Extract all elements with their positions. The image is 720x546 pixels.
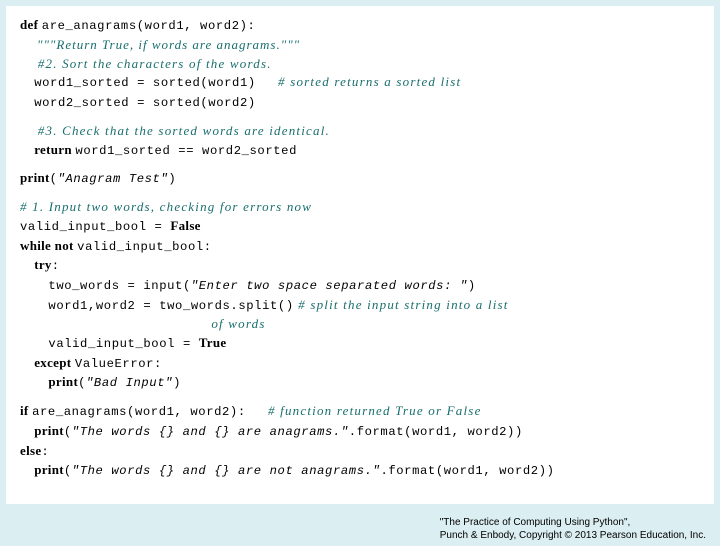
comment: #3. Check that the sorted words are iden… — [20, 122, 700, 141]
format-call: .format(word1, word2)) — [380, 464, 554, 478]
paren: ) — [173, 376, 181, 390]
statement: valid_input_bool = — [48, 337, 198, 351]
code-line: word1_sorted = sorted(word1) # sorted re… — [20, 73, 700, 93]
code-line: valid_input_bool = True — [20, 334, 700, 354]
statement: word2_sorted = sorted(word2) — [34, 96, 256, 110]
condition: are_anagrams(word1, word2): — [32, 405, 246, 419]
comment: # 1. Input two words, checking for error… — [20, 198, 700, 217]
keyword-false: False — [170, 218, 200, 233]
code-line: word1,word2 = two_words.split() # split … — [20, 296, 700, 316]
docstring: """Return True, if words are anagrams.""… — [20, 36, 700, 55]
string-literal: "Bad Input" — [86, 376, 173, 390]
paren: ( — [50, 172, 58, 186]
code-line: valid_input_bool = False — [20, 217, 700, 237]
exc-type: ValueError: — [75, 357, 162, 371]
statement: word1_sorted = sorted(word1) — [34, 76, 256, 90]
keyword-print: print — [20, 170, 50, 185]
code-line: print("The words {} and {} are not anagr… — [20, 461, 700, 481]
indent — [20, 94, 34, 109]
string-literal: "The words {} and {} are not anagrams." — [72, 464, 381, 478]
paren: ) — [468, 279, 476, 293]
indent — [20, 297, 48, 312]
keyword-while: while not — [20, 238, 77, 253]
indent — [20, 335, 48, 350]
inline-comment: # split the input string into a list — [294, 297, 509, 312]
statement: valid_input_bool = — [20, 220, 170, 234]
code-line: if are_anagrams(word1, word2): # functio… — [20, 402, 700, 422]
indent — [20, 74, 34, 89]
keyword-return: return — [20, 142, 75, 157]
keyword-true: True — [199, 335, 227, 350]
code-line: try: — [20, 256, 700, 276]
string-literal: "The words {} and {} are anagrams." — [72, 425, 349, 439]
keyword-print: print — [20, 374, 78, 389]
keyword-print: print — [20, 462, 64, 477]
footer-citation: "The Practice of Computing Using Python"… — [440, 517, 706, 542]
string-literal: "Enter two space separated words: " — [191, 279, 468, 293]
indent — [20, 277, 48, 292]
comment: #2. Sort the characters of the words. — [20, 55, 700, 74]
code-line: print("Bad Input") — [20, 373, 700, 393]
condition: valid_input_bool: — [77, 240, 212, 254]
code-line: while not valid_input_bool: — [20, 237, 700, 257]
paren: ( — [64, 464, 72, 478]
paren: ( — [78, 376, 86, 390]
keyword-print: print — [20, 423, 64, 438]
statement: word1,word2 = two_words.split() — [48, 299, 293, 313]
keyword-except: except — [20, 355, 75, 370]
expression: word1_sorted == word2_sorted — [75, 144, 297, 158]
keyword-if: if — [20, 403, 32, 418]
footer-line1: "The Practice of Computing Using Python"… — [440, 517, 706, 530]
paren: ( — [64, 425, 72, 439]
keyword-def: def — [20, 17, 42, 32]
keyword-try: try — [20, 257, 52, 272]
code-line: print("The words {} and {} are anagrams.… — [20, 422, 700, 442]
code-line: except ValueError: — [20, 354, 700, 374]
func-sig: are_anagrams(word1, word2): — [42, 19, 256, 33]
string-literal: "Anagram Test" — [58, 172, 169, 186]
statement: two_words = input( — [48, 279, 190, 293]
inline-comment: # sorted returns a sorted list — [256, 74, 461, 89]
code-line: print("Anagram Test") — [20, 169, 700, 189]
colon: : — [52, 259, 60, 273]
code-line: two_words = input("Enter two space separ… — [20, 276, 700, 296]
code-line: return word1_sorted == word2_sorted — [20, 141, 700, 161]
code-line: else: — [20, 442, 700, 462]
code-block: def are_anagrams(word1, word2): """Retur… — [6, 6, 714, 504]
format-call: .format(word1, word2)) — [349, 425, 523, 439]
colon: : — [41, 445, 49, 459]
code-line: def are_anagrams(word1, word2): — [20, 16, 700, 36]
paren: ) — [168, 172, 176, 186]
keyword-else: else — [20, 443, 41, 458]
code-line: word2_sorted = sorted(word2) — [20, 93, 700, 113]
inline-comment: # function returned True or False — [246, 403, 482, 418]
comment-cont: of words — [20, 315, 700, 334]
footer-line2: Punch & Enbody, Copyright © 2013 Pearson… — [440, 530, 706, 543]
